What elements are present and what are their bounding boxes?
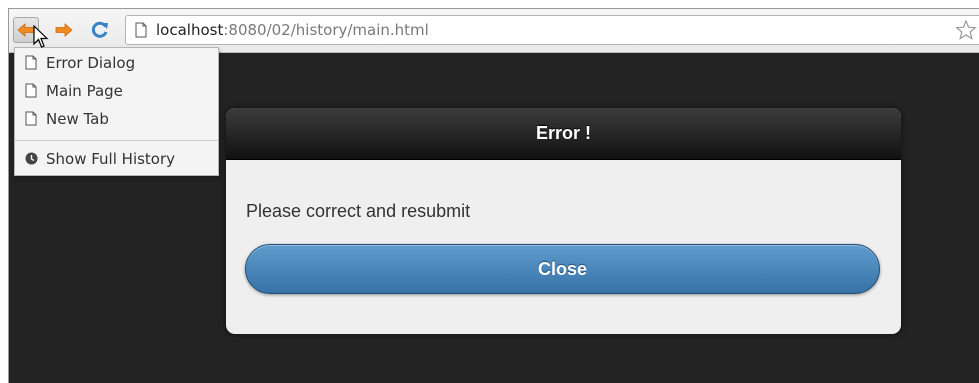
bookmark-star-icon[interactable] — [955, 19, 977, 41]
close-button-label: Close — [537, 259, 588, 279]
reload-icon — [91, 21, 108, 38]
reload-button[interactable] — [87, 17, 113, 43]
history-item-label: Main Page — [46, 82, 123, 100]
history-item-new-tab[interactable]: New Tab — [15, 105, 218, 133]
history-item-label: New Tab — [46, 110, 109, 128]
browser-window: localhost:8080/02/history/main.html Erro… — [8, 8, 979, 383]
page-icon — [25, 55, 37, 70]
forward-button[interactable] — [51, 17, 77, 43]
page-icon — [135, 22, 147, 38]
history-dropdown: Error Dialog Main Page New Tab Show Full… — [14, 47, 219, 176]
dialog-message: Please correct and resubmit — [246, 201, 471, 221]
history-item-error-dialog[interactable]: Error Dialog — [15, 49, 218, 77]
menu-divider — [15, 140, 218, 141]
history-item-main-page[interactable]: Main Page — [15, 77, 218, 105]
clock-icon — [25, 152, 38, 165]
url-path: :8080/02/history/main.html — [223, 21, 429, 39]
dialog-title: Error ! — [535, 123, 591, 143]
url-host: localhost — [156, 21, 224, 39]
show-full-history-item[interactable]: Show Full History — [15, 145, 218, 173]
forward-arrow-icon — [55, 23, 73, 37]
close-button[interactable]: Close — [245, 244, 880, 294]
page-icon — [25, 111, 37, 126]
url-text: localhost:8080/02/history/main.html — [156, 21, 429, 39]
address-bar[interactable]: localhost:8080/02/history/main.html — [125, 15, 979, 45]
show-full-history-label: Show Full History — [46, 150, 176, 168]
error-dialog: Error ! Please correct and resubmit Clos… — [226, 108, 901, 334]
page-icon — [25, 83, 37, 98]
mouse-cursor-icon — [33, 25, 49, 48]
history-item-label: Error Dialog — [46, 54, 136, 72]
dialog-header: Error ! — [226, 108, 901, 160]
